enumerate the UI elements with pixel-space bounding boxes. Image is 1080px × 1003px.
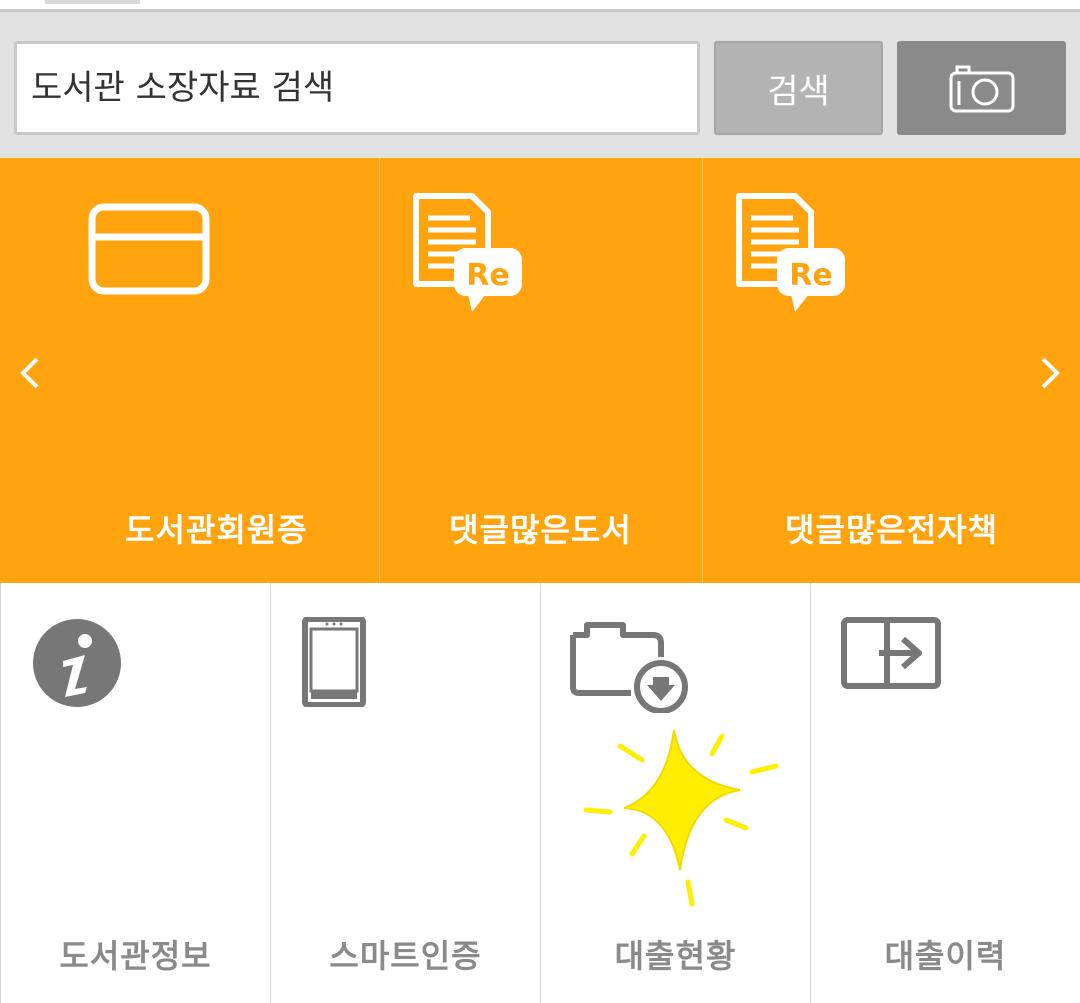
sparkle-icon	[583, 729, 779, 907]
search-input[interactable]	[14, 41, 700, 135]
menu-item-label: 도서관정보	[59, 937, 212, 975]
chevron-left-icon	[20, 357, 39, 389]
tab-indicator	[45, 0, 140, 4]
top-strip	[0, 0, 1080, 12]
menu-item-smart-auth[interactable]: 스마트인증	[270, 583, 540, 1003]
carousel-next-button[interactable]	[1030, 348, 1070, 398]
menu-item-label: 스마트인증	[329, 937, 482, 975]
service-menu: 도서관정보 스마트인증 대출현황 대출이력	[0, 583, 1080, 1003]
svg-text:Re: Re	[466, 258, 509, 293]
menu-item-label: 도서관회원증	[125, 511, 308, 549]
menu-item-loan-history[interactable]: 대출이력	[810, 583, 1080, 1003]
document-reply-icon: Re	[413, 193, 522, 312]
return-arrow-icon	[841, 617, 941, 689]
svg-text:Re: Re	[789, 258, 832, 293]
menu-item-member-card[interactable]: 도서관회원증	[0, 158, 378, 583]
carousel-prev-button[interactable]	[10, 348, 50, 398]
camera-search-button[interactable]	[897, 41, 1066, 135]
featured-menu: 도서관회원증 Re 댓글많은도서 Re 댓글많은전자책	[0, 158, 1080, 583]
folder-download-icon	[570, 622, 688, 713]
menu-item-most-reviewed-books[interactable]: Re 댓글많은도서	[379, 158, 701, 583]
chevron-right-icon	[1041, 357, 1060, 389]
menu-item-most-reviewed-ebooks[interactable]: Re 댓글많은전자책	[702, 158, 1080, 583]
search-bar: 검색	[0, 12, 1080, 158]
menu-item-label: 대출이력	[884, 937, 1007, 975]
app-root: 검색 도서관회원증	[0, 0, 1080, 1003]
smartphone-icon	[302, 617, 366, 707]
info-icon	[33, 619, 121, 707]
menu-item-label: 대출현황	[614, 937, 737, 975]
document-reply-icon: Re	[736, 193, 845, 312]
menu-item-library-info[interactable]: 도서관정보	[0, 583, 270, 1003]
search-button[interactable]: 검색	[714, 41, 883, 135]
camera-icon	[949, 65, 1014, 113]
card-icon	[88, 203, 210, 295]
search-button-label: 검색	[767, 71, 830, 112]
menu-item-label: 댓글많은전자책	[784, 511, 999, 549]
menu-item-label: 댓글많은도서	[449, 511, 632, 549]
